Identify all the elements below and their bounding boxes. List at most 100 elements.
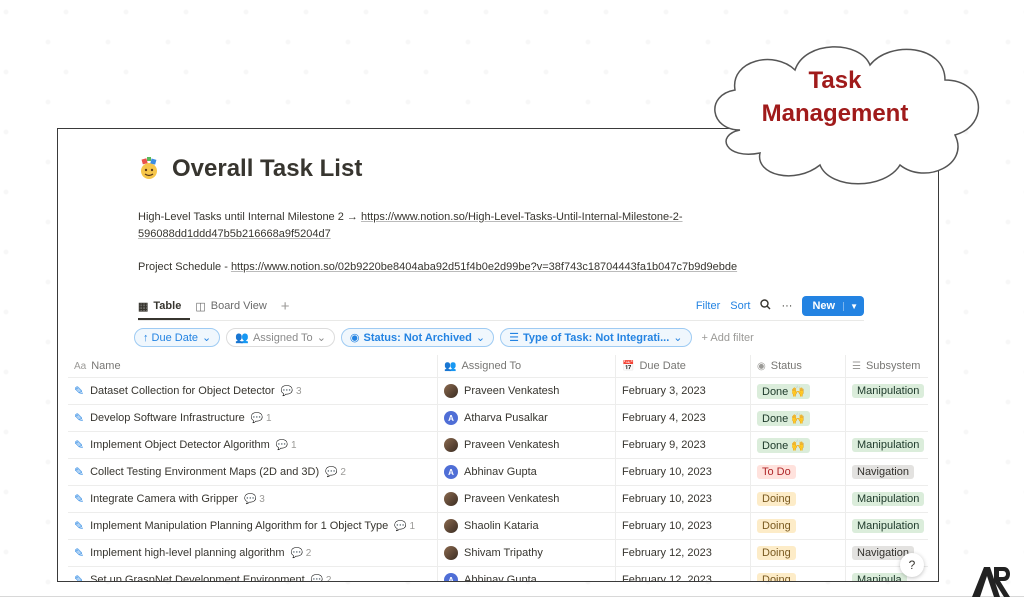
cell-assigned-to[interactable]: Praveen Venkatesh bbox=[438, 378, 616, 404]
cell-assigned-to[interactable]: A Abhinav Gupta bbox=[438, 567, 616, 581]
edit-task-icon: ✎ bbox=[74, 411, 85, 425]
cell-due-date[interactable]: February 3, 2023 bbox=[616, 378, 751, 404]
task-name[interactable]: Implement Manipulation Planning Algorith… bbox=[90, 520, 388, 532]
cell-assigned-to[interactable]: Praveen Venkatesh bbox=[438, 432, 616, 458]
milestone-link-cont[interactable]: 596088dd1ddd47b5b216668a9f5204d7 bbox=[138, 228, 331, 240]
cell-due-date[interactable]: February 10, 2023 bbox=[616, 459, 751, 485]
table-row[interactable]: ✎ Implement Manipulation Planning Algori… bbox=[68, 513, 928, 540]
cell-assigned-to[interactable]: A Atharva Pusalkar bbox=[438, 405, 616, 431]
task-name[interactable]: Set up GraspNet Development Environment bbox=[90, 574, 305, 581]
task-name[interactable]: Collect Testing Environment Maps (2D and… bbox=[90, 466, 319, 478]
milestone-link[interactable]: https://www.notion.so/High-Level-Tasks-U… bbox=[361, 211, 683, 223]
cell-due-date[interactable]: February 10, 2023 bbox=[616, 486, 751, 512]
help-button[interactable]: ? bbox=[900, 553, 924, 577]
cell-name[interactable]: ✎ Develop Software Infrastructure 💬 1 bbox=[68, 405, 438, 431]
cell-subsystem[interactable] bbox=[846, 405, 928, 431]
description-milestone: High-Level Tasks until Internal Mileston… bbox=[138, 211, 683, 240]
avatar bbox=[444, 438, 458, 452]
table-row[interactable]: ✎ Implement high-level planning algorith… bbox=[68, 540, 928, 567]
filter-chip-status[interactable]: ◉ Status: Not Archived ⌄ bbox=[340, 328, 495, 347]
status-badge: Doing bbox=[757, 519, 796, 533]
subsystem-badge: Manipula bbox=[852, 573, 907, 581]
task-name[interactable]: Integrate Camera with Gripper bbox=[90, 493, 238, 505]
cell-due-date[interactable]: February 12, 2023 bbox=[616, 540, 751, 566]
comment-count: 💬 2 bbox=[325, 466, 346, 478]
comment-icon: 💬 bbox=[310, 574, 324, 582]
cell-assigned-to[interactable]: Praveen Venkatesh bbox=[438, 486, 616, 512]
column-header-subsystem[interactable]: ☰ Subsystem bbox=[846, 355, 928, 377]
cell-due-date[interactable]: February 9, 2023 bbox=[616, 432, 751, 458]
cell-due-date[interactable]: February 4, 2023 bbox=[616, 405, 751, 431]
cell-status[interactable]: Doing bbox=[751, 513, 846, 539]
page-title: Overall Task List bbox=[136, 155, 362, 183]
filter-chip-due-date[interactable]: ↑ Due Date ⌄ bbox=[134, 328, 221, 347]
task-name[interactable]: Develop Software Infrastructure bbox=[90, 412, 245, 424]
filter-chip-type-of-task[interactable]: ☰ Type of Task: Not Integrati... ⌄ bbox=[500, 328, 692, 347]
cell-status[interactable]: Doing bbox=[751, 486, 846, 512]
cell-status[interactable]: Doing bbox=[751, 567, 846, 581]
cell-subsystem[interactable]: Manipulation bbox=[846, 513, 928, 539]
cell-subsystem[interactable]: Navigation bbox=[846, 459, 928, 485]
table-row[interactable]: ✎ Dataset Collection for Object Detector… bbox=[68, 378, 928, 405]
avatar bbox=[444, 384, 458, 398]
task-name[interactable]: Implement Object Detector Algorithm bbox=[90, 439, 270, 451]
cell-subsystem[interactable]: Manipulation bbox=[846, 486, 928, 512]
cell-status[interactable]: Done 🙌 bbox=[751, 432, 846, 458]
sort-button[interactable]: Sort bbox=[730, 300, 750, 312]
task-name[interactable]: Dataset Collection for Object Detector bbox=[90, 385, 275, 397]
filter-button[interactable]: Filter bbox=[696, 300, 720, 312]
cell-assigned-to[interactable]: Shaolin Kataria bbox=[438, 513, 616, 539]
schedule-link[interactable]: https://www.notion.so/02b9220be8404aba92… bbox=[231, 261, 737, 273]
column-header-status[interactable]: ◉ Status bbox=[751, 355, 846, 377]
cell-assigned-to[interactable]: Shivam Tripathy bbox=[438, 540, 616, 566]
calendar-icon: 📅 bbox=[622, 360, 635, 372]
cell-due-date[interactable]: February 12, 2023 bbox=[616, 567, 751, 581]
edit-task-icon: ✎ bbox=[74, 546, 85, 560]
view-divider bbox=[138, 320, 864, 321]
comment-count: 💬 3 bbox=[280, 385, 302, 397]
status-badge: Doing bbox=[757, 546, 796, 560]
task-name[interactable]: Implement high-level planning algorithm bbox=[90, 547, 284, 559]
status-badge: Doing bbox=[757, 492, 796, 506]
cell-assigned-to[interactable]: A Abhinav Gupta bbox=[438, 459, 616, 485]
more-options-button[interactable]: ··· bbox=[781, 300, 792, 312]
cell-name[interactable]: ✎ Implement high-level planning algorith… bbox=[68, 540, 438, 566]
cell-status[interactable]: Done 🙌 bbox=[751, 405, 846, 431]
comment-icon: 💬 bbox=[250, 412, 264, 424]
cell-status[interactable]: Done 🙌 bbox=[751, 378, 846, 404]
due-date: February 4, 2023 bbox=[622, 412, 706, 424]
table-row[interactable]: ✎ Develop Software Infrastructure 💬 1 A … bbox=[68, 405, 928, 432]
cell-subsystem[interactable]: Manipulation bbox=[846, 432, 928, 458]
cell-name[interactable]: ✎ Implement Manipulation Planning Algori… bbox=[68, 513, 438, 539]
column-header-name[interactable]: Aa Name bbox=[68, 355, 438, 377]
cell-name[interactable]: ✎ Implement Object Detector Algorithm 💬 … bbox=[68, 432, 438, 458]
chevron-down-icon[interactable]: ▼ bbox=[843, 301, 864, 311]
filter-chip-assigned-to[interactable]: 👥 Assigned To ⌄ bbox=[226, 328, 335, 347]
cell-status[interactable]: To Do bbox=[751, 459, 846, 485]
assignee-name: Shivam Tripathy bbox=[464, 547, 543, 559]
cell-due-date[interactable]: February 10, 2023 bbox=[616, 513, 751, 539]
comment-icon: 💬 bbox=[394, 520, 407, 532]
cell-name[interactable]: ✎ Dataset Collection for Object Detector… bbox=[68, 378, 438, 404]
tab-board-view[interactable]: ◫ Board View bbox=[195, 300, 266, 313]
table-row[interactable]: ✎ Implement Object Detector Algorithm 💬 … bbox=[68, 432, 928, 459]
search-icon[interactable] bbox=[760, 299, 771, 313]
add-view-button[interactable]: + bbox=[281, 298, 290, 315]
cell-status[interactable]: Doing bbox=[751, 540, 846, 566]
cell-name[interactable]: ✎ Set up GraspNet Development Environmen… bbox=[68, 567, 438, 582]
add-filter-button[interactable]: + Add filter bbox=[702, 332, 754, 344]
cell-name[interactable]: ✎ Integrate Camera with Gripper 💬 3 bbox=[68, 486, 438, 512]
tab-table[interactable]: ▦ Table bbox=[138, 300, 181, 313]
column-header-assigned-to[interactable]: 👥 Assigned To bbox=[438, 355, 616, 377]
table-row[interactable]: ✎ Integrate Camera with Gripper 💬 3 Prav… bbox=[68, 486, 928, 513]
due-date: February 9, 2023 bbox=[622, 439, 706, 451]
table-row[interactable]: ✎ Collect Testing Environment Maps (2D a… bbox=[68, 459, 928, 486]
table-row[interactable]: ✎ Set up GraspNet Development Environmen… bbox=[68, 567, 928, 582]
cell-subsystem[interactable]: Manipulation bbox=[846, 378, 928, 404]
new-button[interactable]: New ▼ bbox=[802, 296, 864, 316]
column-header-due-date[interactable]: 📅 Due Date bbox=[616, 355, 751, 377]
view-bar: ▦ Table ◫ Board View + Filter Sort ··· N… bbox=[138, 295, 864, 320]
avatar: A bbox=[444, 465, 458, 479]
cell-name[interactable]: ✎ Collect Testing Environment Maps (2D a… bbox=[68, 459, 438, 485]
subsystem-badge: Manipulation bbox=[852, 438, 925, 452]
